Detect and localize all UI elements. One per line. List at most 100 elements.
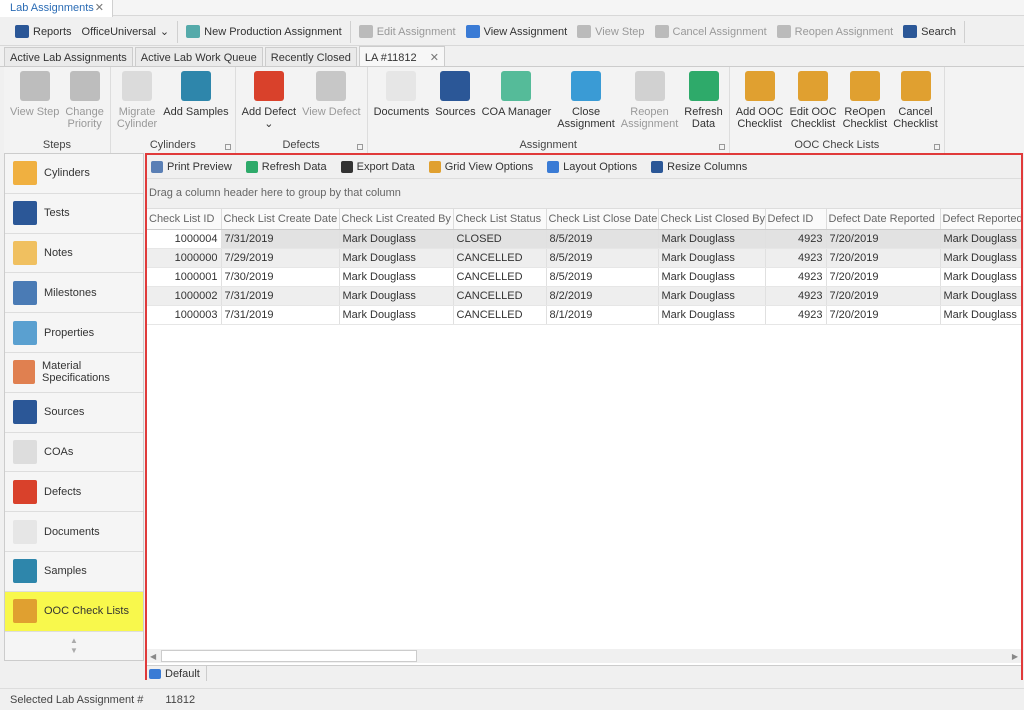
toolbar-separator [177,20,179,43]
checklist-grid: Check List ID Check List Create Date Check… [147,209,1021,325]
dialog-launcher-icon[interactable] [933,144,940,150]
cell-check-list-status: CLOSED [453,229,547,249]
sources-button[interactable]: Sources [432,71,478,135]
scroll-thumb[interactable] [161,650,417,662]
nav-item-notes[interactable]: Notes [5,233,143,274]
nav-item-samples[interactable]: Samples [5,551,143,592]
button-label: Close [571,106,601,118]
edit-assignment-button[interactable]: Edit Assignment [354,25,461,38]
tab-recently-closed[interactable]: Recently Closed [264,47,357,66]
search-button[interactable]: Search [898,25,961,38]
table-row[interactable]: 1000001 7/30/2019 Mark Douglass CANCELLED 8/… [147,267,1021,287]
cell-check-list-close-date: 8/5/2019 [546,248,659,268]
nav-item-cylinders[interactable]: Cylinders [5,154,143,194]
layout-tab-default[interactable]: Default [147,666,207,681]
documents-button[interactable]: Documents [371,71,433,135]
export-data-button[interactable]: Export Data [340,160,415,173]
grid-options-icon [428,160,441,173]
view-defect-button[interactable]: View Defect [299,71,364,135]
nav-item-properties[interactable]: Properties [5,313,143,353]
close-icon[interactable]: ✕ [95,1,104,14]
cell-check-list-id: 1000002 [147,286,222,306]
button-label: Cancel [898,106,933,118]
change-priority-button[interactable]: Change Priority [62,71,107,135]
column-header-check-list-created-by[interactable]: Check List Created By [339,209,454,230]
button-label: Layout Options [563,160,638,173]
officeuniversal-button[interactable]: OfficeUniversal ⌄ [77,25,175,39]
table-row[interactable]: 1000003 7/31/2019 Mark Douglass CANCELLED 8/… [147,305,1021,325]
group-label: Defects [282,139,320,151]
column-header-check-list-create-date[interactable]: Check List Create Date [221,209,340,230]
tab-active-lab-assignments[interactable]: Active Lab Assignments [4,47,133,66]
view-assignment-button[interactable]: View Assignment [461,25,573,38]
cell-check-list-close-date: 8/5/2019 [546,229,659,249]
column-header-defect-id[interactable]: Defect ID [765,209,827,230]
button-label-2: ⌄ [264,118,274,130]
cell-defect-reported-by: Mark Douglass [940,305,1021,325]
cancel-checklist-button[interactable]: Cancel Checklist [890,71,941,135]
button-label: Sources [435,106,476,118]
view-step-button[interactable]: View Step [572,25,649,38]
add-ooc-checklist-button[interactable]: Add OOC Checklist [733,71,787,135]
table-row[interactable]: 1000000 7/29/2019 Mark Douglass CANCELLED 8/… [147,248,1021,268]
table-row[interactable]: 1000004 7/31/2019 Mark Douglass CLOSED 8/5/2… [147,229,1021,249]
nav-item-ooc-check-lists[interactable]: OOC Check Lists [5,591,143,632]
column-header-check-list-status[interactable]: Check List Status [453,209,547,230]
add-samples-button[interactable]: Add Samples [160,71,231,135]
reports-button[interactable]: Reports [10,25,77,38]
column-header-defect-date-reported[interactable]: Defect Date Reported [826,209,941,230]
nav-item-documents[interactable]: Documents [5,512,143,552]
close-assignment-button[interactable]: Close Assignment [554,71,617,135]
print-preview-button[interactable]: Print Preview [151,160,232,173]
cancel-assignment-button[interactable]: Cancel Assignment [650,25,772,38]
document-tabs: Active Lab Assignments Active Lab Work Qu… [0,46,1024,67]
table-row[interactable]: 1000002 7/31/2019 Mark Douglass CANCELLED 8/… [147,286,1021,306]
coa-manager-button[interactable]: COA Manager [479,71,555,135]
column-header-check-list-close-date[interactable]: Check List Close Date [546,209,659,230]
new-production-assignment-button[interactable]: New Production Assignment [181,25,347,38]
column-header-defect-reported-by[interactable]: Defect Reported By [940,209,1021,230]
horizontal-scrollbar[interactable]: ◀ ▶ [147,649,1021,663]
refresh-data-button[interactable]: Refresh Data [681,71,726,135]
ribbon-group-steps: View Step Change Priority Steps [4,67,111,153]
grid-view-options-button[interactable]: Grid View Options [428,160,533,173]
cell-check-list-closed-by: Mark Douglass [658,305,766,325]
dialog-launcher-icon[interactable] [224,144,231,150]
nav-item-coas[interactable]: COAs [5,432,143,473]
cell-check-list-close-date: 8/1/2019 [546,305,659,325]
view-step-button[interactable]: View Step [7,71,62,135]
tab-la-11812[interactable]: LA #11812 ✕ [358,46,445,66]
status-label: Selected Lab Assignment # [10,693,144,706]
column-header-check-list-id[interactable]: Check List ID [147,209,222,230]
nav-item-defects[interactable]: Defects [5,472,143,513]
column-header-check-list-closed-by[interactable]: Check List Closed By [658,209,766,230]
group-panel[interactable]: Drag a column header here to group by th… [147,179,1021,209]
nav-item-milestones[interactable]: Milestones [5,273,143,314]
nav-scroll-arrows[interactable]: ▲ ▼ [5,636,143,656]
app-tab[interactable]: Lab Assignments ✕ [0,0,113,17]
scroll-left-icon[interactable]: ◀ [150,652,156,661]
nav-item-sources[interactable]: Sources [5,392,143,433]
dialog-launcher-icon[interactable] [356,144,363,150]
close-icon[interactable]: ✕ [427,52,439,64]
migrate-cylinder-button[interactable]: Migrate Cylinder [114,71,160,135]
button-label: ReOpen [844,106,886,118]
resize-columns-button[interactable]: Resize Columns [651,160,747,173]
cell-check-list-closed-by: Mark Douglass [658,267,766,287]
nav-item-material-specifications[interactable]: Material Specifications [5,352,143,393]
scroll-right-icon[interactable]: ▶ [1012,652,1018,661]
reopen-assignment-button[interactable]: Reopen Assignment [772,25,898,38]
refresh-data-button[interactable]: Refresh Data [245,160,327,173]
reopen-assignment-button[interactable]: Reopen Assignment [618,71,681,135]
button-label: Add OOC [735,106,784,118]
dialog-launcher-icon[interactable] [718,144,725,150]
nav-item-tests[interactable]: Tests [5,193,143,234]
add-defect-button[interactable]: Add Defect ⌄ [239,71,299,135]
edit-ooc-checklist-button[interactable]: Edit OOC Checklist [786,71,839,135]
toolbar-separator [963,20,965,43]
layout-options-button[interactable]: Layout Options [547,160,638,173]
tab-label: LA #11812 [364,52,417,64]
tab-active-lab-work-queue[interactable]: Active Lab Work Queue [134,47,263,66]
reopen-checklist-button[interactable]: ReOpen Checklist [840,71,891,135]
tests-icon [13,201,37,226]
